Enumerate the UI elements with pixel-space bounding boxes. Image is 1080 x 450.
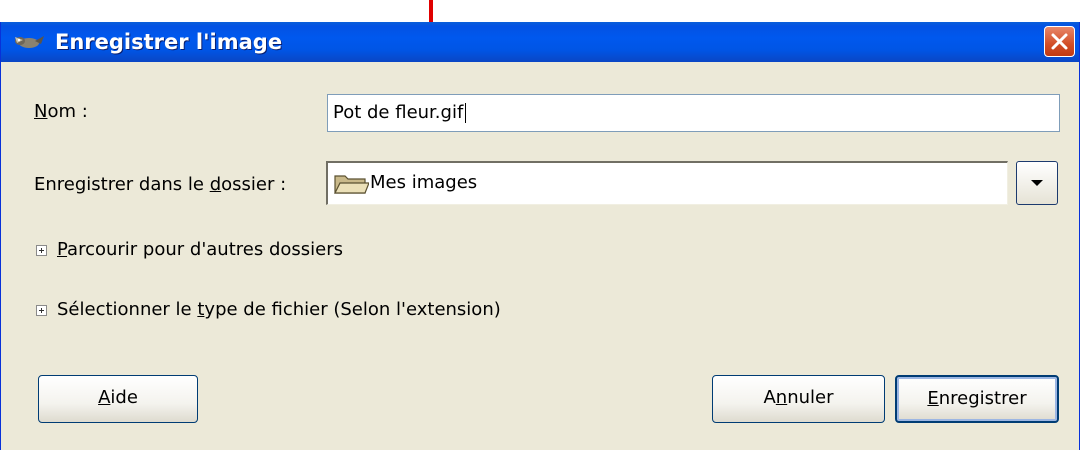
close-icon <box>1051 33 1068 50</box>
gimp-wilber-icon <box>15 36 44 48</box>
folder-icon <box>334 175 369 194</box>
close-button[interactable] <box>1044 26 1075 57</box>
cancel-button[interactable]: Annuler <box>712 375 885 423</box>
browse-expander-icon[interactable] <box>36 245 47 256</box>
save-button[interactable]: Enregistrer <box>895 375 1059 423</box>
folder-dropdown-button[interactable] <box>1016 161 1058 205</box>
window-title: Enregistrer l'image <box>55 30 283 54</box>
name-label: Nom : <box>34 101 88 122</box>
filetype-expander-icon[interactable] <box>36 305 47 316</box>
filename-input[interactable]: Pot de fleur.gif <box>327 94 1060 132</box>
title-bar[interactable]: Enregistrer l'image <box>1 22 1079 62</box>
folder-label: Enregistrer dans le dossier : <box>34 174 287 195</box>
folder-value: Mes images <box>370 172 478 193</box>
save-image-dialog: Enregistrer l'image Nom : Pot de fleur.g… <box>0 22 1080 450</box>
filetype-expander[interactable]: Sélectionner le type de fichier (Selon l… <box>57 298 501 322</box>
folder-combo[interactable]: Mes images <box>326 161 1008 205</box>
text-caret <box>465 103 467 123</box>
browse-folders-expander[interactable]: Parcourir pour d'autres dossiers <box>57 238 343 262</box>
help-button[interactable]: Aide <box>38 375 198 423</box>
chevron-down-icon <box>1031 180 1043 186</box>
